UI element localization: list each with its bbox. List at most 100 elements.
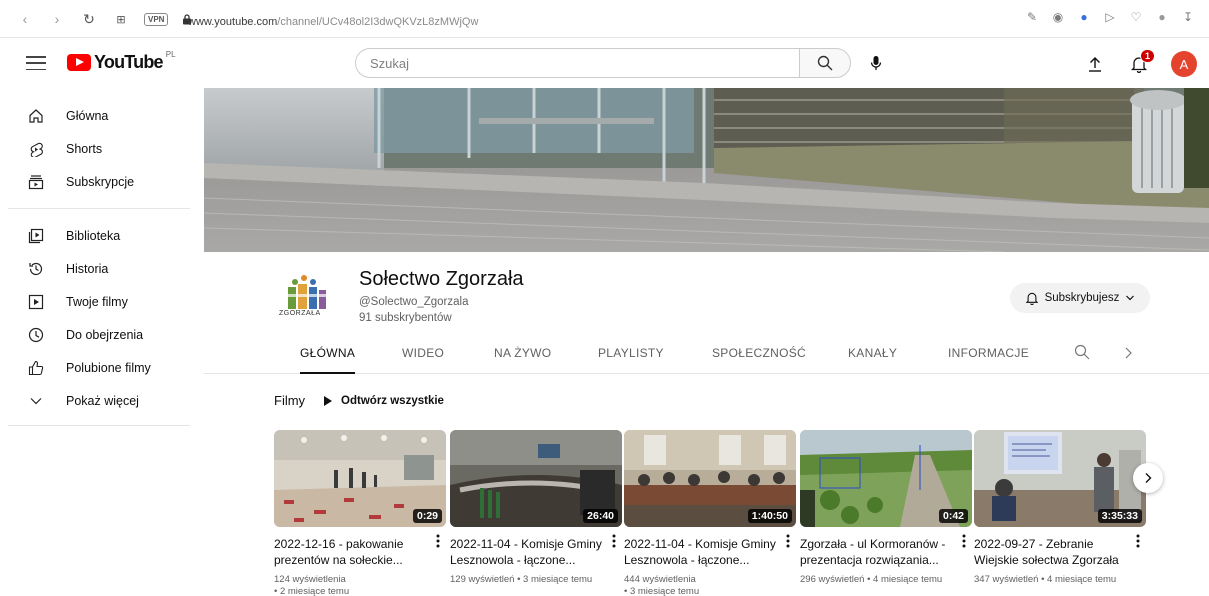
sidebar-item-liked-videos[interactable]: Polubione filmy [0, 351, 204, 384]
video-meta: 296 wyświetleń • 4 miesiące temu [800, 574, 972, 586]
video-title-line: prezentów na sołeckie... [274, 553, 403, 567]
video-card[interactable]: 1:40:50 2022-11-04 - Komisje Gminy Leszn… [624, 430, 796, 596]
video-title-line: 2022-11-04 - Komisje Gminy [624, 537, 776, 551]
video-title-line: Lesznowola - łączone... [624, 553, 750, 567]
tabs-grid-icon[interactable]: ⊞ [112, 10, 130, 28]
video-thumbnail[interactable]: 26:40 [450, 430, 622, 527]
video-thumbnail[interactable]: 1:40:50 [624, 430, 796, 527]
more-options-icon[interactable] [612, 534, 622, 550]
sidebar-item-label: Polubione filmy [66, 360, 151, 375]
profile-icon[interactable]: ● [1155, 10, 1169, 24]
channel-header: ZGORZAŁA Sołectwo Zgorzała @Solectwo_Zgo… [204, 252, 1209, 374]
video-title[interactable]: 2022-11-04 - Komisje Gminy Lesznowola - … [450, 536, 605, 568]
video-age: • 3 miesiące temu [517, 574, 593, 585]
video-card[interactable]: 0:29 2022-12-16 - pakowanie prezentów na… [274, 430, 446, 596]
send-icon[interactable]: ▷ [1103, 10, 1117, 24]
notification-badge: 1 [1139, 49, 1155, 63]
sidebar-item-label: Subskrypcje [66, 174, 135, 189]
video-card[interactable]: 3:35:33 2022-09-27 - Zebranie Wiejskie s… [974, 430, 1146, 586]
video-thumbnail[interactable]: 3:35:33 [974, 430, 1146, 527]
video-title[interactable]: 2022-09-27 - Zebranie Wiejskie sołectwa … [974, 536, 1129, 568]
watch-later-icon [26, 325, 46, 345]
shield-icon[interactable]: ● [1077, 10, 1091, 24]
video-title[interactable]: 2022-12-16 - pakowanie prezentów na sołe… [274, 536, 429, 568]
tab-home[interactable]: GŁÓWNA [300, 346, 356, 374]
tab-community[interactable]: SPOŁECZNOŚĆ [712, 346, 806, 374]
video-duration: 0:42 [938, 509, 968, 523]
video-card[interactable]: 26:40 2022-11-04 - Komisje Gminy Lesznow… [450, 430, 622, 586]
youtube-play-icon [67, 54, 91, 71]
address-bar[interactable]: www.youtube.com/channel/UCv48ol2I3dwQKVz… [188, 12, 478, 30]
video-card[interactable]: 0:42 Zgorzała - ul Kormoranów - prezenta… [800, 430, 972, 586]
video-title[interactable]: Zgorzała - ul Kormoranów - prezentacja r… [800, 536, 955, 568]
video-thumbnail[interactable]: 0:29 [274, 430, 446, 527]
subscribed-label: Subskrybujesz [1044, 292, 1120, 304]
sidebar-item-show-more[interactable]: Pokaż więcej [0, 384, 204, 417]
video-title-line: Zgorzała - ul Kormoranów - [800, 537, 946, 551]
channel-logo[interactable]: ZGORZAŁA [279, 272, 332, 324]
vpn-badge[interactable]: VPN [144, 12, 169, 26]
video-title[interactable]: 2022-11-04 - Komisje Gminy Lesznowola - … [624, 536, 779, 568]
shorts-icon [26, 139, 46, 159]
chevron-right-icon [1145, 473, 1152, 483]
forward-arrow-icon[interactable]: › [48, 10, 66, 28]
video-age: • 4 miesiące temu [1041, 574, 1117, 585]
edit-icon[interactable]: ✎ [1025, 10, 1039, 24]
search-input[interactable] [355, 48, 799, 78]
video-title-line: 2022-11-04 - Komisje Gminy [450, 537, 602, 551]
video-views: 347 wyświetleń [974, 574, 1039, 585]
more-options-icon[interactable] [962, 534, 972, 550]
video-meta: 347 wyświetleń • 4 miesiące temu [974, 574, 1146, 586]
more-options-icon[interactable] [1136, 534, 1146, 550]
search-button[interactable] [799, 48, 851, 78]
chevron-down-icon [1126, 295, 1135, 301]
video-thumbnail[interactable]: 0:42 [800, 430, 972, 527]
tab-videos[interactable]: WIDEO [402, 346, 444, 374]
camera-icon[interactable]: ◉ [1051, 10, 1065, 24]
sidebar-item-library[interactable]: Biblioteka [0, 219, 204, 252]
sidebar-item-home[interactable]: Główna [0, 99, 204, 132]
tab-playlists[interactable]: PLAYLISTY [598, 346, 664, 374]
play-all-button[interactable]: Odtwórz wszystkie [323, 395, 444, 407]
menu-icon[interactable] [26, 53, 46, 73]
reload-icon[interactable]: ↻ [80, 10, 98, 28]
more-options-icon[interactable] [436, 534, 446, 550]
sidebar-item-subscriptions[interactable]: Subskrypcje [0, 165, 204, 198]
sidebar-item-history[interactable]: Historia [0, 252, 204, 285]
subscribed-button[interactable]: Subskrybujesz [1010, 283, 1150, 313]
section-title: Filmy [274, 393, 306, 408]
carousel-next-button[interactable] [1133, 463, 1163, 493]
account-avatar[interactable]: A [1171, 51, 1197, 77]
sidebar: Główna Shorts Subskrypcje Biblioteka His… [0, 90, 204, 436]
tab-about[interactable]: INFORMACJE [948, 346, 1029, 374]
voice-search-button[interactable] [861, 48, 891, 78]
heart-icon[interactable]: ♡ [1129, 10, 1143, 24]
tab-channels[interactable]: KANAŁY [848, 346, 897, 374]
sidebar-item-watch-later[interactable]: Do obejrzenia [0, 318, 204, 351]
upload-icon[interactable] [1083, 52, 1107, 76]
tab-live[interactable]: NA ŻYWO [494, 346, 551, 374]
video-title-line: 2022-09-27 - Zebranie [974, 537, 1094, 551]
sidebar-divider [8, 425, 190, 426]
yt-header: YouTube PL 1 A [0, 38, 1209, 90]
search-icon [817, 55, 833, 71]
play-icon [324, 395, 333, 406]
more-options-icon[interactable] [786, 534, 796, 550]
history-icon [26, 259, 46, 279]
download-icon[interactable]: ↧ [1181, 10, 1195, 24]
sidebar-item-label: Pokaż więcej [66, 393, 139, 408]
url-host: www.youtube.com [188, 16, 278, 28]
video-views: 124 wyświetlenia [274, 574, 346, 585]
logo-text: YouTube [94, 52, 164, 72]
notifications-button[interactable]: 1 [1127, 49, 1155, 76]
back-arrow-icon[interactable]: ‹ [16, 10, 34, 28]
tabs-next-chevron-icon[interactable] [1122, 346, 1136, 360]
sidebar-item-label: Shorts [66, 141, 103, 156]
sidebar-item-label: Biblioteka [66, 228, 121, 243]
sidebar-item-your-videos[interactable]: Twoje filmy [0, 285, 204, 318]
youtube-logo[interactable]: YouTube PL [67, 50, 176, 73]
channel-tabs: GŁÓWNA WIDEO NA ŻYWO PLAYLISTY SPOŁECZNO… [204, 338, 1209, 374]
channel-search-icon[interactable] [1074, 344, 1092, 362]
sidebar-item-shorts[interactable]: Shorts [0, 132, 204, 165]
video-duration: 3:35:33 [1097, 509, 1142, 523]
